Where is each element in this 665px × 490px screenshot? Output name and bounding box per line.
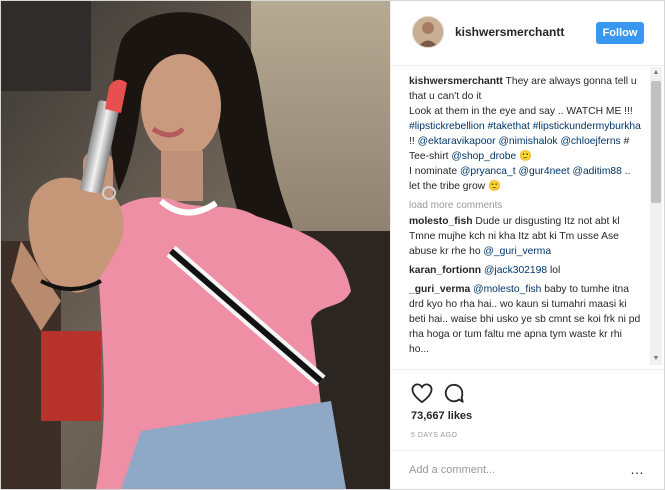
comment-username[interactable]: molesto_fish [409, 216, 473, 227]
scroll-down-arrow-icon[interactable]: ▼ [650, 353, 662, 365]
comment: karan_fortionn @jack302198 lol [409, 263, 641, 278]
mention-link[interactable]: @nimishalok [498, 136, 557, 147]
post-actions: 73,667 likes 5 DAYS AGO … [391, 369, 664, 480]
comment-username[interactable]: karan_fortionn [409, 265, 481, 276]
scroll-up-arrow-icon[interactable]: ▲ [650, 67, 662, 79]
timestamp[interactable]: 5 DAYS AGO [411, 432, 458, 439]
comments-scrollbar[interactable]: ▲ ▼ [650, 67, 662, 365]
comment: molesto_fish Dude ur disgusting Itz not … [409, 214, 641, 259]
avatar[interactable] [412, 16, 444, 48]
mention-link[interactable]: @gur4neet [519, 166, 570, 177]
mention-link[interactable]: @pryanca_t [460, 166, 516, 177]
mention-link[interactable]: @jack302198 [484, 265, 547, 276]
caption-username[interactable]: kishwersmerchantt [409, 76, 503, 87]
post-modal: kishwersmerchantt Follow kishwersmerchan… [0, 0, 665, 490]
username[interactable]: kishwersmerchantt [455, 25, 564, 39]
caption-text: Look at them in the eye and say .. WATCH… [409, 106, 633, 117]
more-options-icon[interactable]: … [630, 462, 645, 476]
mention-link[interactable]: @shop_drobe [451, 151, 516, 162]
post-side-panel: kishwersmerchantt Follow kishwersmerchan… [390, 1, 664, 489]
comment-username[interactable]: _guri_verma [409, 284, 470, 295]
add-comment-input[interactable] [409, 461, 609, 479]
mention-link[interactable]: @molesto_fish [473, 284, 541, 295]
comment-bubble-icon[interactable] [443, 382, 465, 404]
post-header: kishwersmerchantt Follow [391, 1, 664, 66]
likes-count[interactable]: 73,667 likes [411, 410, 472, 422]
comment-bubble-icon-svg [444, 383, 464, 403]
caption-text: !! [409, 136, 418, 147]
heart-icon-svg [411, 383, 433, 404]
mention-link[interactable]: @_guri_verma [483, 246, 551, 257]
hashtag-link[interactable]: #lipstickrebellion [409, 121, 485, 132]
hashtag-link[interactable]: #lipstickundermyburkha [533, 121, 641, 132]
post-photo[interactable] [1, 1, 390, 489]
scrollbar-thumb[interactable] [651, 81, 661, 203]
mention-link[interactable]: @ektaravikapoor [418, 136, 496, 147]
caption-text: I nominate [409, 166, 460, 177]
follow-button[interactable]: Follow [596, 22, 644, 44]
mention-link[interactable]: @aditim88 [573, 166, 622, 177]
load-more-comments-link[interactable]: load more comments [409, 200, 651, 211]
comment-text: lol [547, 265, 561, 276]
avatar-image [413, 17, 443, 47]
comment: _guri_verma @molesto_fish baby to tumhe … [409, 282, 641, 357]
heart-icon[interactable] [411, 383, 433, 404]
photo-illustration [1, 1, 390, 489]
caption: kishwersmerchantt They are always gonna … [409, 74, 641, 194]
hashtag-link[interactable]: #takethat [487, 121, 529, 132]
mention-link[interactable]: @chloejferns [560, 136, 620, 147]
add-comment-bar: … [391, 450, 664, 489]
caption-text: 🙂 [516, 151, 532, 162]
comments-list[interactable]: kishwersmerchantt They are always gonna … [391, 66, 651, 366]
